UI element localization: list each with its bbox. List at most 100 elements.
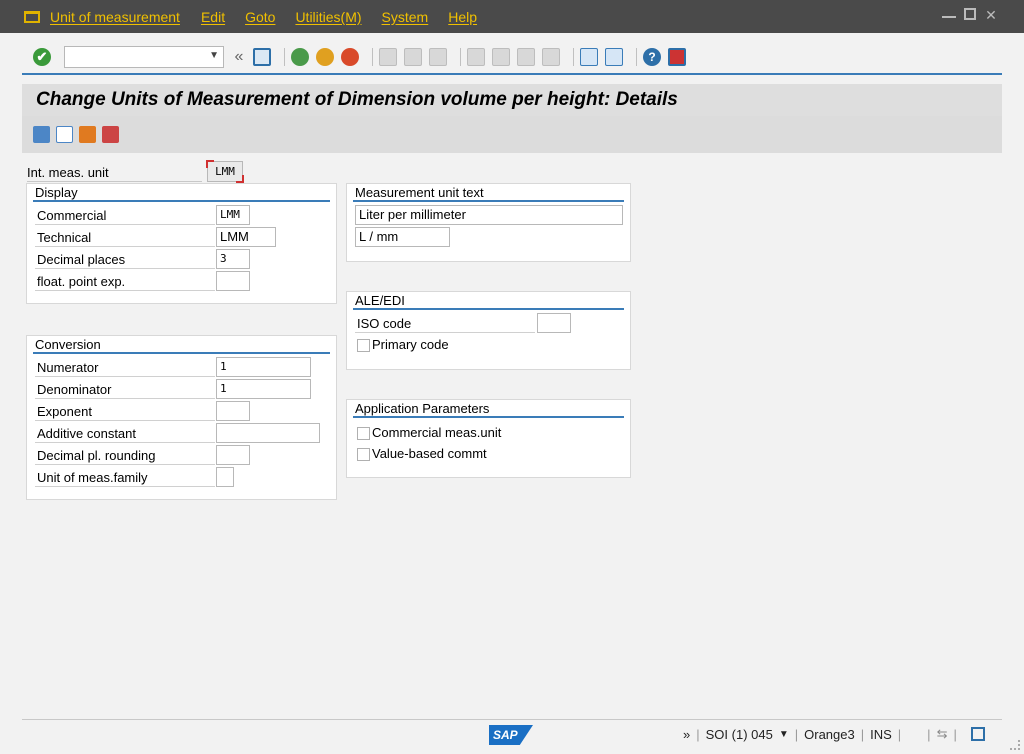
find-icon[interactable]	[404, 48, 422, 66]
app-params-group: Application Parameters Commercial meas.u…	[346, 399, 631, 478]
window-controls: ✕	[942, 8, 998, 22]
status-info: » | SOI (1) 045 ▼ | Orange3 | INS | | ⇆ …	[683, 726, 985, 742]
measurement-text-group: Measurement unit text Liter per millimet…	[346, 183, 631, 262]
lock-icon[interactable]	[970, 727, 985, 741]
save-icon[interactable]	[253, 48, 271, 66]
status-divider	[22, 719, 1002, 720]
collapse-icon[interactable]: «	[232, 48, 246, 66]
numerator-label: Numerator	[35, 358, 215, 377]
display-group-title: Display	[33, 184, 330, 202]
primary-code-checkbox[interactable]	[357, 339, 370, 352]
system-info[interactable]: SOI (1) 045	[706, 727, 773, 742]
status-separator: |	[860, 726, 865, 742]
status-separator: |	[927, 726, 931, 742]
chevron-down-icon[interactable]: ▼	[209, 50, 219, 61]
numerator-field[interactable]: 1	[216, 357, 311, 377]
new-session-icon[interactable]	[580, 48, 598, 66]
conversion-group-title: Conversion	[33, 336, 330, 354]
primary-code-label: Primary code	[372, 337, 449, 352]
toolbar-separator	[573, 48, 574, 66]
previous-page-icon[interactable]	[492, 48, 510, 66]
decimal-rounding-label: Decimal pl. rounding	[35, 446, 215, 465]
transfer-icon[interactable]: ⇆	[937, 726, 948, 742]
units-icon[interactable]	[102, 126, 119, 143]
additive-constant-field[interactable]	[216, 423, 320, 443]
iso-code-label: ISO code	[355, 314, 535, 333]
commercial-label: Commercial	[35, 206, 215, 225]
application-toolbar	[22, 116, 1002, 153]
long-text-field[interactable]: Liter per millimeter	[355, 205, 623, 225]
status-separator: |	[953, 726, 957, 742]
commercial-field[interactable]: LMM	[216, 205, 250, 225]
decimal-places-field[interactable]: 3	[216, 249, 250, 269]
measurement-text-title: Measurement unit text	[353, 184, 624, 202]
command-field[interactable]: ▼	[64, 46, 224, 68]
status-separator: |	[897, 726, 902, 742]
denominator-field[interactable]: 1	[216, 379, 311, 399]
chevron-down-icon[interactable]: ▼	[779, 729, 789, 740]
decimal-rounding-field[interactable]	[216, 445, 250, 465]
display-group: Display Commercial LMM Technical LMM Dec…	[26, 183, 337, 304]
toolbar-separator	[636, 48, 637, 66]
commercial-unit-label: Commercial meas.unit	[372, 425, 502, 440]
insert-mode[interactable]: INS	[870, 727, 892, 742]
resize-grip[interactable]	[1010, 740, 1020, 750]
technical-field[interactable]: LMM	[216, 227, 276, 247]
float-point-exp-label: float. point exp.	[35, 272, 215, 291]
transport-icon[interactable]	[79, 126, 96, 143]
technical-label: Technical	[35, 228, 215, 247]
menu-bar: Unit of measurement Edit Goto Utilities(…	[0, 0, 1024, 33]
menu-utilities[interactable]: Utilities(M)	[295, 9, 361, 25]
menu-help[interactable]: Help	[448, 9, 477, 25]
title-bar: Change Units of Measurement of Dimension…	[22, 84, 1002, 116]
ale-edi-title: ALE/EDI	[353, 292, 624, 310]
short-text-field[interactable]: L / mm	[355, 227, 450, 247]
print-icon[interactable]	[379, 48, 397, 66]
cancel-icon[interactable]	[341, 48, 359, 66]
delete-icon[interactable]	[33, 126, 50, 143]
status-separator: |	[794, 726, 799, 742]
close-icon[interactable]: ✕	[984, 8, 998, 22]
back-icon[interactable]	[291, 48, 309, 66]
additive-constant-label: Additive constant	[35, 424, 215, 443]
commercial-unit-checkbox[interactable]	[357, 427, 370, 440]
ale-edi-group: ALE/EDI ISO code Primary code	[346, 291, 631, 370]
float-point-exp-field[interactable]	[216, 271, 250, 291]
find-next-icon[interactable]	[429, 48, 447, 66]
unit-family-field[interactable]	[216, 467, 234, 487]
menu-edit[interactable]: Edit	[201, 9, 225, 25]
toolbar-separator	[372, 48, 373, 66]
status-expand-icon[interactable]: »	[683, 727, 690, 742]
customize-layout-icon[interactable]	[668, 48, 686, 66]
minimize-icon[interactable]	[942, 8, 956, 18]
conversion-group: Conversion Numerator 1 Denominator 1 Exp…	[26, 335, 337, 500]
exit-icon[interactable]	[316, 48, 334, 66]
menu-system[interactable]: System	[382, 9, 429, 25]
value-based-label: Value-based commt	[372, 446, 487, 461]
value-based-checkbox[interactable]	[357, 448, 370, 461]
exponent-field[interactable]	[216, 401, 250, 421]
toolbar-separator	[284, 48, 285, 66]
shortcut-icon[interactable]	[605, 48, 623, 66]
enter-check-icon[interactable]: ✔	[33, 48, 51, 66]
status-separator: |	[696, 726, 700, 742]
last-page-icon[interactable]	[542, 48, 560, 66]
menu-app-icon[interactable]	[24, 10, 40, 23]
server-name: Orange3	[804, 726, 855, 742]
next-page-icon[interactable]	[517, 48, 535, 66]
copy-icon[interactable]	[56, 126, 73, 143]
first-page-icon[interactable]	[467, 48, 485, 66]
standard-toolbar: ✔ ▼ « ?	[22, 41, 1002, 73]
toolbar-divider	[22, 73, 1002, 75]
int-meas-unit-field[interactable]: LMM	[206, 160, 244, 183]
maximize-icon[interactable]	[964, 8, 976, 20]
toolbar-separator	[460, 48, 461, 66]
help-icon[interactable]: ?	[643, 48, 661, 66]
denominator-label: Denominator	[35, 380, 215, 399]
menu-unit-of-measurement[interactable]: Unit of measurement	[50, 9, 180, 25]
exponent-label: Exponent	[35, 402, 215, 421]
menu-goto[interactable]: Goto	[245, 9, 275, 25]
int-meas-unit-label: Int. meas. unit	[27, 164, 202, 182]
iso-code-field[interactable]	[537, 313, 571, 333]
app-params-title: Application Parameters	[353, 400, 624, 418]
